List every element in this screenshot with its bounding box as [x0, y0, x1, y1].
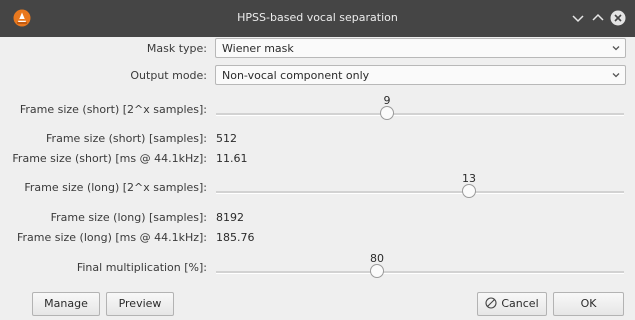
- title-bar: HPSS-based vocal separation: [0, 0, 635, 37]
- chevron-down-icon: [612, 73, 620, 78]
- slider-handle[interactable]: [370, 264, 384, 278]
- window-title: HPSS-based vocal separation: [237, 11, 398, 24]
- mask-type-select[interactable]: Wiener mask: [215, 38, 626, 58]
- frame-long-samples-label: Frame size (long) [samples]:: [50, 211, 207, 224]
- close-icon[interactable]: [610, 10, 626, 26]
- frame-short-ms-label: Frame size (short) [ms @ 44.1kHz]:: [12, 152, 207, 165]
- slider-handle[interactable]: [380, 106, 394, 120]
- slider-track: [216, 271, 624, 274]
- final-mult-slider[interactable]: 80: [216, 252, 624, 282]
- frame-short-exp-slider[interactable]: 9: [216, 94, 624, 124]
- frame-long-exp-slider[interactable]: 13: [216, 172, 624, 202]
- output-mode-select[interactable]: Non-vocal component only: [215, 65, 626, 85]
- chevron-up-icon[interactable]: [590, 10, 606, 26]
- preview-button[interactable]: Preview: [106, 292, 174, 316]
- ok-button[interactable]: OK: [553, 292, 624, 316]
- frame-short-samples-label: Frame size (short) [samples]:: [46, 132, 207, 145]
- frame-short-ms-value: 11.61: [216, 152, 248, 165]
- slider-handle[interactable]: [462, 184, 476, 198]
- output-mode-label: Output mode:: [130, 69, 207, 82]
- frame-short-exp-label: Frame size (short) [2^x samples]:: [19, 103, 207, 116]
- mask-type-label: Mask type:: [146, 42, 207, 55]
- final-mult-label: Final multiplication [%]:: [76, 261, 207, 274]
- mask-type-value: Wiener mask: [222, 42, 294, 55]
- cancel-button[interactable]: Cancel: [477, 292, 547, 316]
- manage-button[interactable]: Manage: [32, 292, 100, 316]
- slider-track: [216, 113, 624, 116]
- chevron-down-icon[interactable]: [570, 10, 586, 26]
- frame-long-ms-label: Frame size (long) [ms @ 44.1kHz]:: [16, 231, 207, 244]
- slider-track: [216, 191, 624, 194]
- frame-short-samples-value: 512: [216, 132, 237, 145]
- cancel-icon: [485, 297, 497, 309]
- frame-long-samples-value: 8192: [216, 211, 244, 224]
- frame-long-ms-value: 185.76: [216, 231, 255, 244]
- chevron-down-icon: [612, 46, 620, 51]
- cancel-button-label: Cancel: [501, 297, 539, 310]
- frame-long-exp-label: Frame size (long) [2^x samples]:: [24, 181, 207, 194]
- output-mode-value: Non-vocal component only: [222, 69, 370, 82]
